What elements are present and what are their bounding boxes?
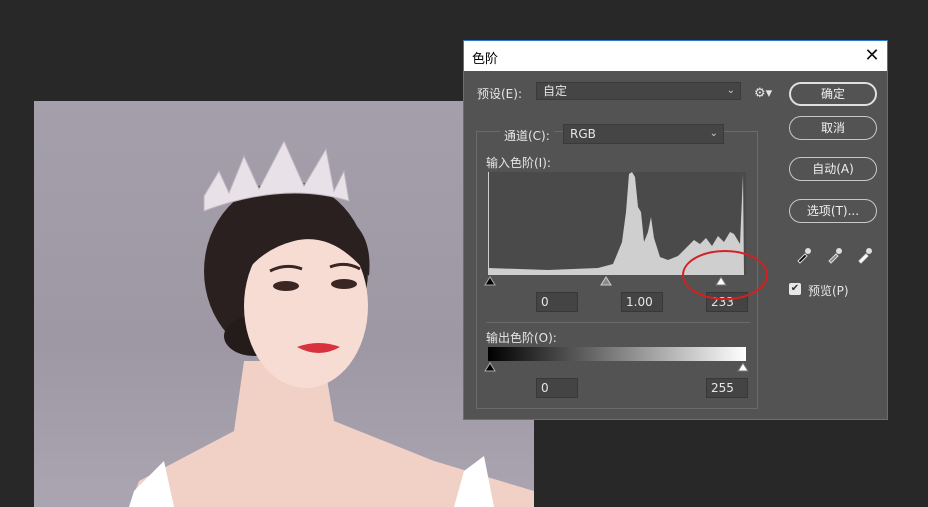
preview-label: 预览(P): [808, 284, 849, 298]
input-gamma-handle: [600, 276, 612, 286]
options-button[interactable]: 选项(T)...: [789, 199, 877, 223]
portrait-image: [129, 139, 534, 507]
close-icon[interactable]: ✕: [857, 41, 887, 71]
preset-label: 预设(E):: [477, 87, 522, 101]
input-black-handle: [484, 276, 496, 286]
input-gamma-field[interactable]: 1.00: [621, 292, 663, 312]
preset-value: 自定: [543, 84, 568, 98]
ok-button[interactable]: 确定: [789, 82, 877, 106]
output-levels-label: 输出色阶(O):: [486, 331, 557, 345]
output-black-field[interactable]: 0: [536, 378, 578, 398]
highlight-circle: [682, 250, 768, 300]
preview-checkbox[interactable]: ✔: [789, 283, 801, 295]
cancel-button[interactable]: 取消: [789, 116, 877, 140]
black-eyedropper-icon[interactable]: [795, 246, 813, 264]
divider: [486, 322, 750, 323]
levels-dialog: 色阶 ✕ 预设(E): 自定 ⌄ ⚙▾ 通道(C): RGB ⌄ 输入色阶(I)…: [463, 40, 888, 420]
canvas-photo: [34, 101, 534, 507]
output-white-field[interactable]: 255: [706, 378, 748, 398]
chevron-down-icon: ⌄: [726, 85, 735, 96]
dialog-title: 色阶: [472, 52, 499, 67]
gray-eyedropper-icon[interactable]: [826, 246, 844, 264]
output-black-handle: [484, 362, 496, 372]
dialog-titlebar[interactable]: 色阶 ✕: [464, 41, 887, 71]
preset-dropdown[interactable]: 自定 ⌄: [536, 82, 741, 100]
channel-dropdown[interactable]: RGB ⌄: [563, 124, 724, 144]
input-levels-label: 输入色阶(I):: [486, 156, 551, 170]
input-black-field[interactable]: 0: [536, 292, 578, 312]
output-white-handle: [737, 362, 749, 372]
output-gradient: [488, 347, 746, 361]
gear-icon[interactable]: ⚙▾: [754, 86, 772, 101]
auto-button[interactable]: 自动(A): [789, 157, 877, 181]
chevron-down-icon: ⌄: [709, 128, 718, 139]
white-eyedropper-icon[interactable]: [856, 246, 874, 264]
channel-label: 通道(C):: [500, 127, 554, 144]
output-slider-track[interactable]: [483, 361, 753, 373]
channel-value: RGB: [570, 127, 596, 141]
